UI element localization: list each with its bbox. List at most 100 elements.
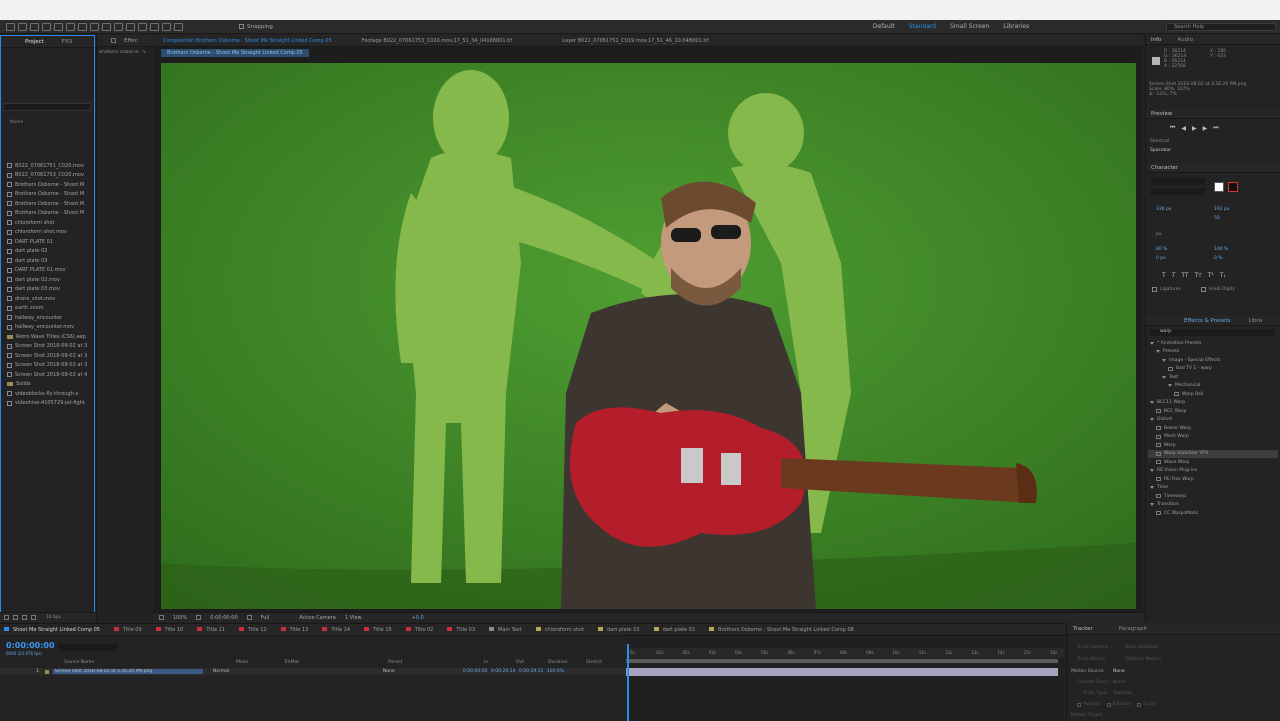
tab-effect-controls[interactable]: Effec: [124, 38, 138, 44]
project-item[interactable]: chloroform shot.mov: [3, 228, 95, 238]
next-frame-icon[interactable]: ▶: [1203, 125, 1208, 132]
work-area-bar[interactable]: [626, 659, 1058, 663]
layer-name[interactable]: Screen Shot 2018-08-02 at 3.56.20 PM.png: [52, 669, 203, 674]
lock-icon[interactable]: [111, 38, 116, 43]
timeline-column-header[interactable]: Mode: [236, 660, 248, 665]
faux-italic-button[interactable]: T: [1172, 272, 1176, 279]
camera-dropdown[interactable]: Active Camera: [299, 615, 336, 621]
effects-item[interactable]: RE:Flex Warp: [1148, 475, 1278, 484]
resolution-dropdown[interactable]: Full: [261, 615, 270, 621]
tab-audio[interactable]: Audio: [1177, 37, 1193, 43]
rotation-checkbox[interactable]: [1106, 702, 1111, 707]
ligatures-checkbox[interactable]: [1152, 287, 1157, 292]
workspace-small-screen[interactable]: Small Screen: [950, 23, 989, 30]
effects-item[interactable]: BCC Warp: [1148, 407, 1278, 416]
effects-category[interactable]: Time: [1148, 484, 1278, 493]
project-item[interactable]: drone_shot.mov: [3, 294, 95, 304]
project-item[interactable]: hallway_encounter.mov: [3, 323, 95, 333]
safe-zones-icon[interactable]: [196, 615, 202, 620]
new-comp-icon[interactable]: [22, 615, 27, 620]
views-dropdown[interactable]: 1 View: [345, 615, 362, 621]
effects-item[interactable]: CC WarpoMatic: [1148, 509, 1278, 518]
project-item[interactable]: dart plate 02: [3, 247, 95, 257]
effects-category[interactable]: Transition: [1148, 501, 1278, 510]
timeline-tab[interactable]: Title 12: [239, 627, 267, 633]
effects-item[interactable]: Wave Warp: [1148, 458, 1278, 467]
tab-paragraph[interactable]: Paragraph: [1119, 626, 1147, 632]
subscript-button[interactable]: T₁: [1220, 272, 1226, 279]
project-item[interactable]: Brothers Osborne - Shoot M: [3, 180, 95, 190]
timeline-tab[interactable]: dart plate 03: [598, 627, 640, 633]
layer-in[interactable]: 0:00:00:00: [463, 669, 491, 674]
project-item[interactable]: Solids: [3, 380, 95, 390]
timeline-tab[interactable]: Brothers Osborne - Shoot Me Straight Lin…: [709, 627, 854, 633]
all-caps-button[interactable]: TT: [1181, 272, 1188, 279]
hindi-digits-checkbox[interactable]: [1201, 287, 1206, 292]
project-item[interactable]: DART PLATE 01.mov: [3, 266, 95, 276]
faux-bold-button[interactable]: T: [1162, 272, 1166, 279]
exposure-value[interactable]: +0.0: [412, 615, 424, 621]
timeline-tab[interactable]: Title 02: [405, 627, 433, 633]
snapping-toggle[interactable]: Snapping: [239, 24, 273, 30]
track-camera-button[interactable]: Track Camera: [1077, 645, 1108, 650]
font-style-dropdown[interactable]: [1150, 188, 1205, 195]
pan-behind-tool-icon[interactable]: [78, 22, 87, 31]
rectangle-tool-icon[interactable]: [90, 22, 99, 31]
effects-category[interactable]: Image - Special Effects: [1148, 356, 1278, 365]
layer-mode[interactable]: Normal: [213, 669, 243, 674]
new-folder-icon[interactable]: [13, 615, 18, 620]
layer-label-color[interactable]: [44, 669, 49, 674]
tracking-value[interactable]: 50: [1214, 216, 1220, 221]
timeline-column-header[interactable]: In: [484, 660, 488, 665]
brush-tool-icon[interactable]: [126, 22, 135, 31]
project-item[interactable]: dart plate 03.mov: [3, 285, 95, 295]
project-search-input[interactable]: [3, 103, 91, 111]
project-item[interactable]: chloroform shot: [3, 218, 95, 228]
comp-breadcrumb[interactable]: Brothers Osborne - Shoot Me Straight Lin…: [161, 49, 309, 57]
time-ruler[interactable]: 0s 01s 02s 03s 04s 05s 06s 07s 08s 09s 10s 11s 12s 13…: [626, 648, 1064, 658]
project-column-name[interactable]: Name: [10, 120, 23, 125]
leading-value[interactable]: 192 px: [1214, 207, 1230, 212]
ligatures-option[interactable]: Ligatures: [1152, 287, 1181, 292]
timeline-tab[interactable]: Title 09: [113, 627, 142, 633]
roto-brush-tool-icon[interactable]: [162, 22, 171, 31]
workspace-default[interactable]: Default: [873, 23, 895, 30]
zoom-tool-icon[interactable]: [42, 22, 51, 31]
stroke-color-swatch[interactable]: [1228, 182, 1238, 192]
last-frame-icon[interactable]: ⏭: [1213, 124, 1218, 132]
timeline-tab[interactable]: dart plate 02: [653, 627, 695, 633]
effects-item[interactable]: Mesh Warp: [1148, 433, 1278, 442]
pen-tool-icon[interactable]: [102, 22, 111, 31]
timeline-tab[interactable]: Title 13: [280, 627, 308, 633]
hindi-digits-option[interactable]: Hindi Digits: [1201, 287, 1235, 292]
timeline-tab[interactable]: Title 03: [447, 627, 475, 633]
timeline-column-header[interactable]: TrkMat: [284, 660, 299, 665]
effects-category[interactable]: RE:Vision Plug-ins: [1148, 467, 1278, 476]
effects-category[interactable]: Presets: [1148, 348, 1278, 357]
effects-category[interactable]: Mechanical: [1148, 382, 1278, 391]
superscript-button[interactable]: T¹: [1208, 272, 1214, 279]
project-item[interactable]: Retro Wave Titles (CS6).aep: [3, 332, 95, 342]
timeline-column-header[interactable]: Duration: [548, 660, 568, 665]
tab-effects-presets[interactable]: Effects & Presets: [1184, 318, 1231, 324]
magnification-dropdown[interactable]: 100%: [173, 615, 187, 621]
first-frame-icon[interactable]: ⏮: [1170, 124, 1175, 132]
project-item[interactable]: hallway_encounter: [3, 313, 95, 323]
effects-item[interactable]: Warp Roll: [1148, 390, 1278, 399]
project-item[interactable]: dart plate 02.mov: [3, 275, 95, 285]
always-preview-icon[interactable]: [159, 615, 164, 620]
small-caps-button[interactable]: Tт: [1195, 272, 1202, 279]
effects-item[interactable]: Bezier Warp: [1148, 424, 1278, 433]
interpret-footage-icon[interactable]: [4, 615, 9, 620]
scale-checkbox[interactable]: [1137, 702, 1142, 707]
timeline-column-header[interactable]: Source Name: [64, 660, 94, 665]
effects-category[interactable]: Distort: [1148, 416, 1278, 425]
timeline-column-header[interactable]: Parent: [388, 660, 402, 665]
timeline-tab[interactable]: Title 14: [322, 627, 350, 633]
project-item[interactable]: B022_07061753_C020.mov: [3, 171, 95, 181]
layer-out[interactable]: 0:00:29:14: [491, 669, 519, 674]
type-tool-icon[interactable]: [114, 22, 123, 31]
track-motion-button[interactable]: Track Motion: [1077, 657, 1105, 662]
bit-depth[interactable]: 16 bpc: [46, 615, 61, 620]
layer-duration[interactable]: 0:00:29:15: [519, 669, 547, 674]
